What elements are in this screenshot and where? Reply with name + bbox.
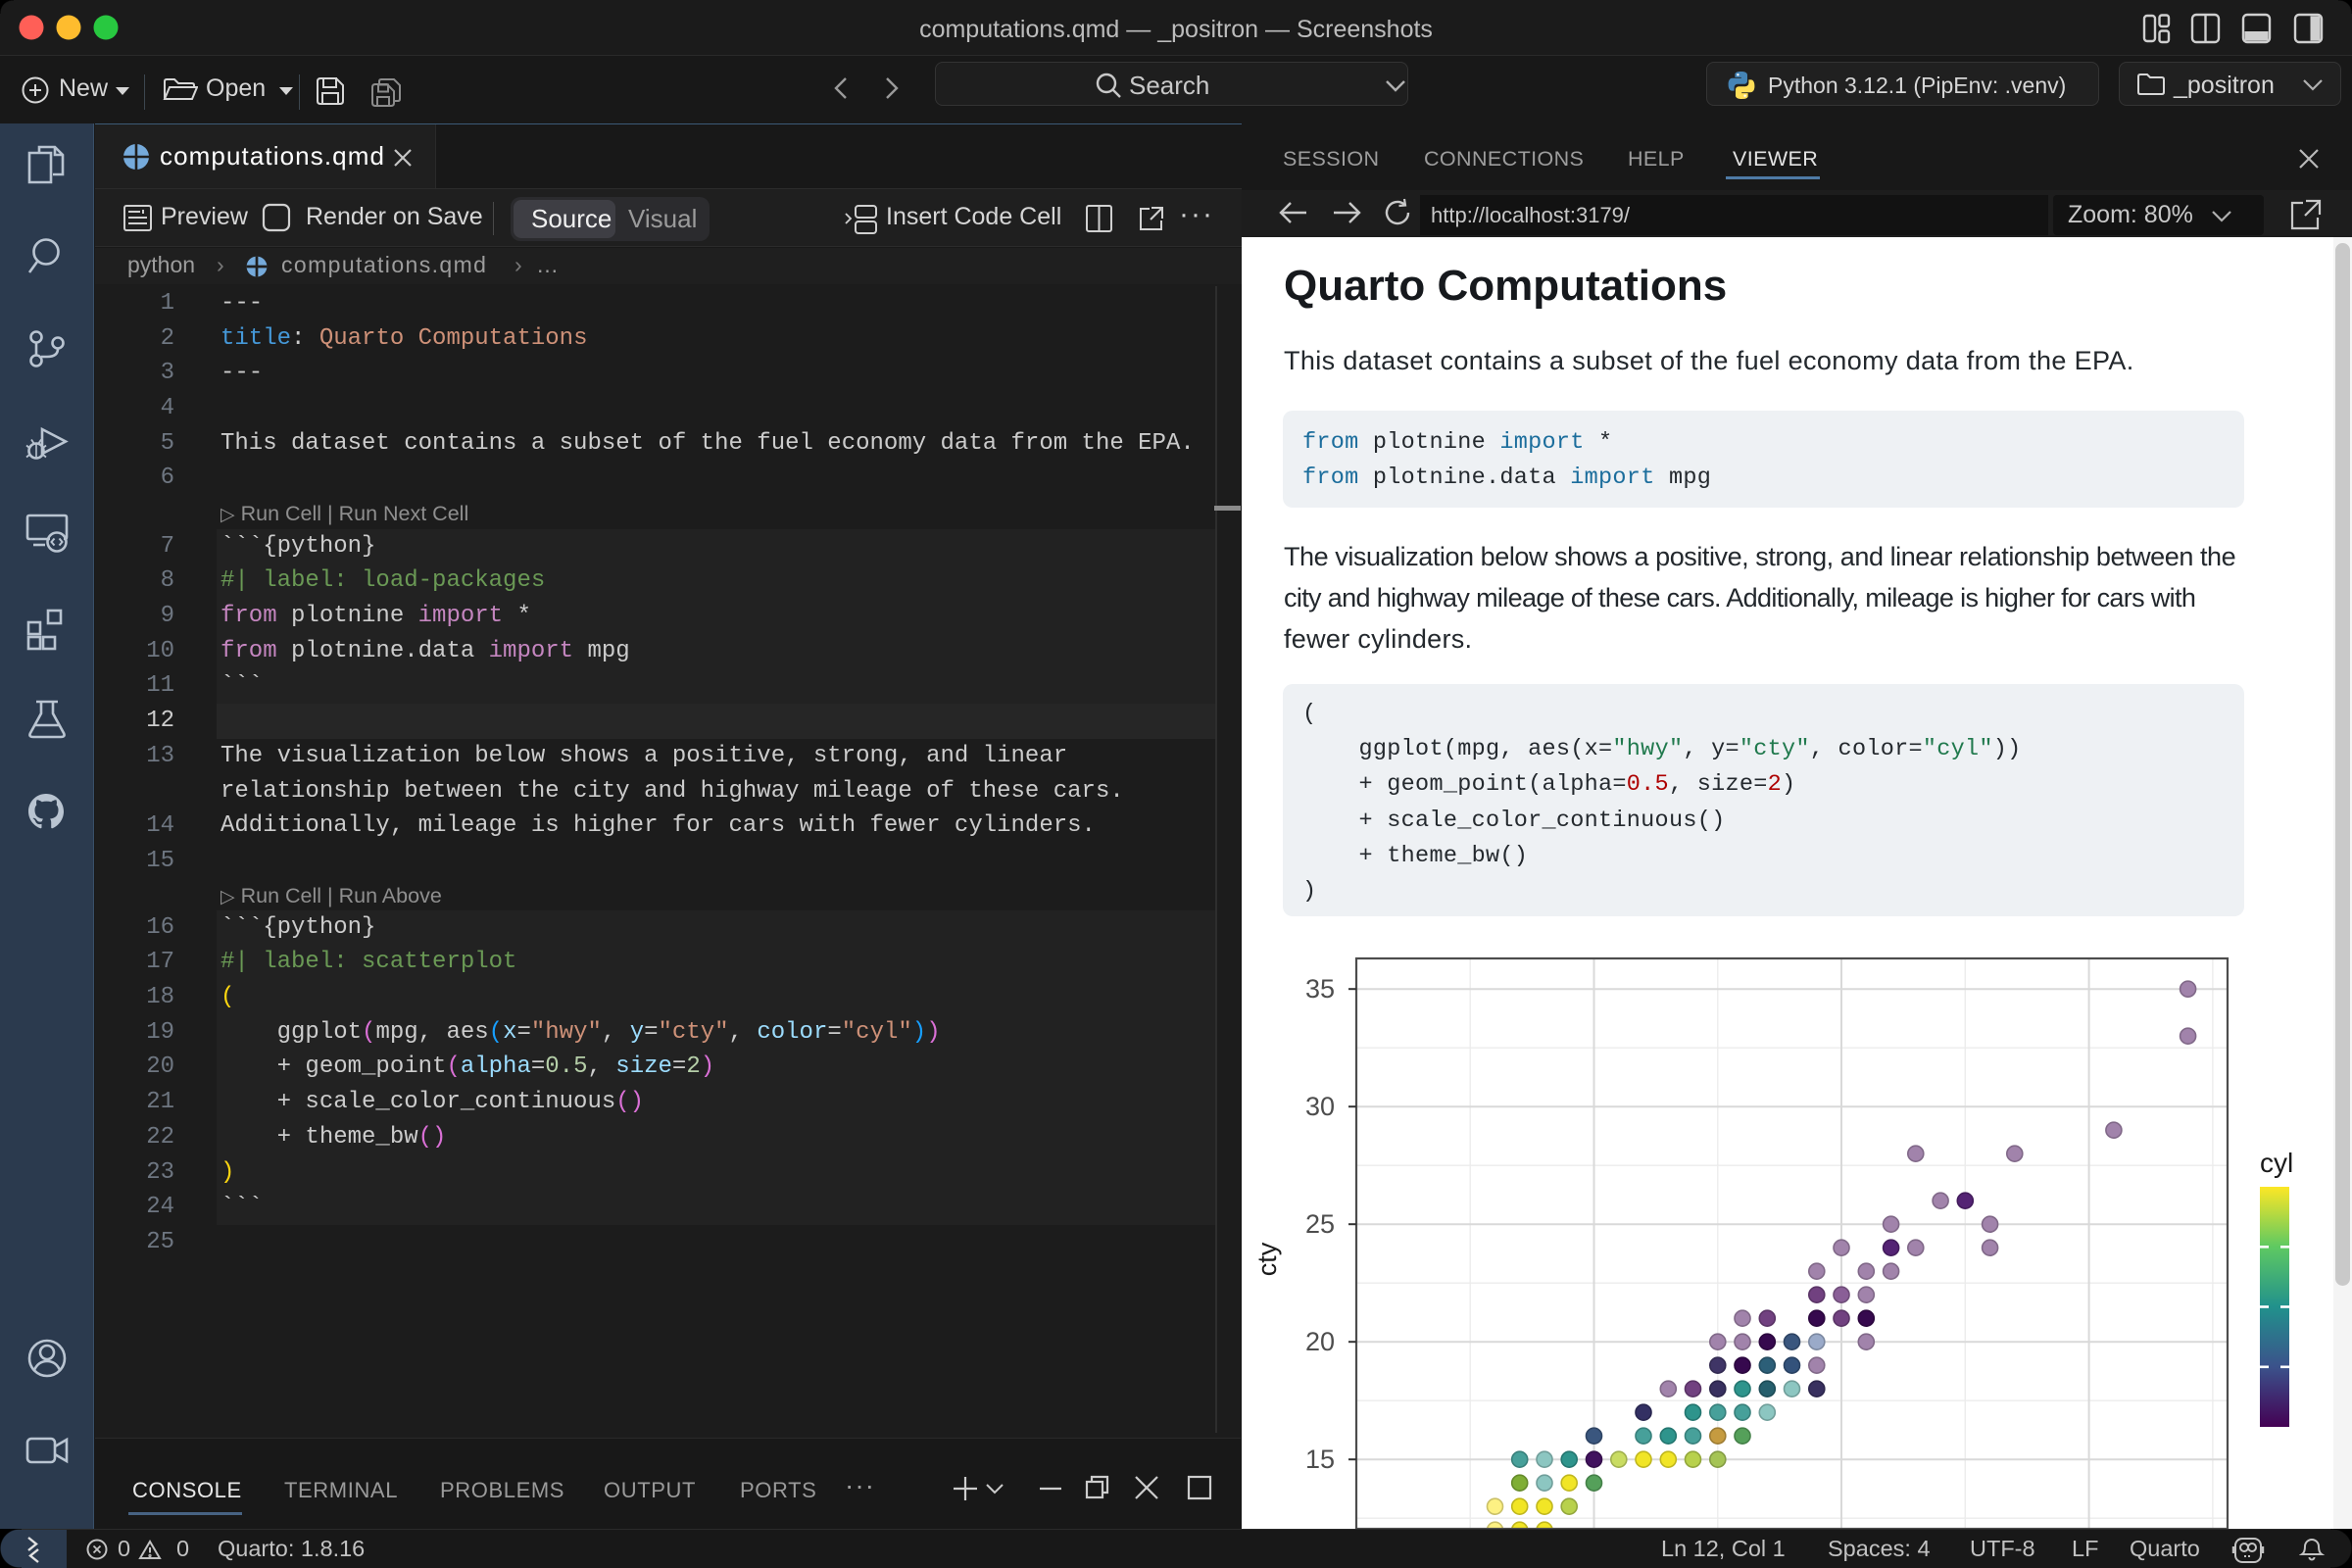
svg-text:15: 15 [1305,1445,1335,1474]
svg-text:cyl: cyl [2260,1148,2293,1178]
svg-text:30: 30 [1305,1092,1335,1121]
svg-text:20: 20 [1305,1327,1335,1356]
svg-text:25: 25 [1305,1209,1335,1239]
svg-text:35: 35 [1305,974,1335,1004]
svg-text:cty: cty [1252,1242,1282,1276]
